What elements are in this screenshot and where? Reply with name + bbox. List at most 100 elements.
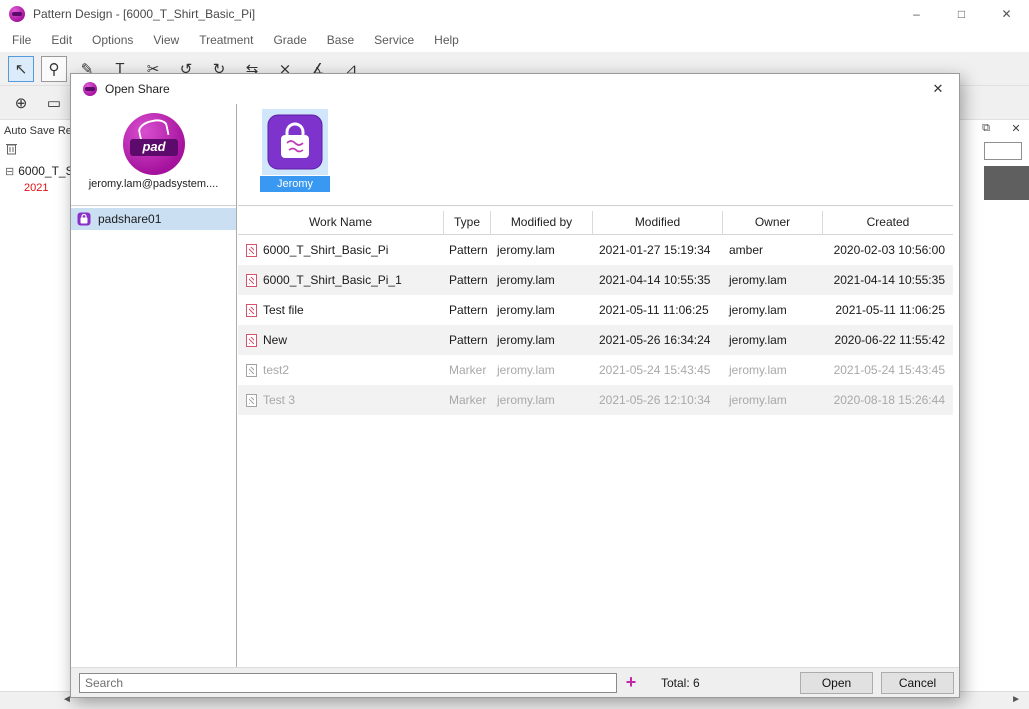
table-row[interactable]: NewPatternjeromy.lam2021-05-26 16:34:24j…: [238, 325, 953, 355]
menu-grade[interactable]: Grade: [263, 28, 316, 52]
work-name-text: Test 3: [263, 385, 295, 415]
tree-collapse-icon[interactable]: ⊟: [5, 166, 14, 178]
marker-file-icon: [246, 394, 257, 407]
menu-view[interactable]: View: [143, 28, 189, 52]
work-name-text: New: [263, 325, 287, 355]
pattern-file-icon: [246, 274, 257, 287]
open-share-dialog: Open Share ✕ pad jeromy.lam@padsystem...…: [70, 73, 960, 698]
window-controls: – □ ✕: [894, 0, 1029, 28]
cell-modified-by: jeromy.lam: [491, 355, 593, 385]
cell-modified: 2021-05-24 15:43:45: [593, 355, 723, 385]
minimize-icon[interactable]: –: [894, 0, 939, 28]
mdi-close-icon[interactable]: ✕: [1009, 122, 1023, 135]
table-row[interactable]: 6000_T_Shirt_Basic_PiPatternjeromy.lam20…: [238, 235, 953, 265]
dialog-titlebar[interactable]: Open Share ✕: [71, 74, 959, 104]
cell-modified: 2021-04-14 10:55:35: [593, 265, 723, 295]
share-user-label: Jeromy: [260, 176, 330, 192]
cancel-button[interactable]: Cancel: [881, 672, 954, 694]
trash-icon[interactable]: [6, 142, 17, 160]
menu-help[interactable]: Help: [424, 28, 469, 52]
cell-modified-by: jeromy.lam: [491, 235, 593, 265]
cell-modified: 2021-05-11 11:06:25: [593, 295, 723, 325]
share-folder-icon: [77, 212, 91, 226]
circle-tool-icon[interactable]: ⊕: [8, 90, 34, 116]
table-row[interactable]: Test filePatternjeromy.lam2021-05-11 11:…: [238, 295, 953, 325]
cell-name: Test 3: [238, 385, 444, 415]
cell-name: Test file: [238, 295, 444, 325]
menu-base[interactable]: Base: [317, 28, 364, 52]
cell-created: 2020-08-18 15:26:44: [823, 385, 953, 415]
dialog-title: Open Share: [105, 82, 170, 96]
cell-modified-by: jeromy.lam: [491, 385, 593, 415]
menu-edit[interactable]: Edit: [41, 28, 82, 52]
cell-owner: jeromy.lam: [723, 265, 823, 295]
cell-modified-by: jeromy.lam: [491, 325, 593, 355]
cell-modified-by: jeromy.lam: [491, 265, 593, 295]
dialog-footer: + Total: 6 Open Cancel: [71, 667, 959, 697]
window-title: Pattern Design - [6000_T_Shirt_Basic_Pi]: [33, 7, 255, 21]
dialog-close-icon[interactable]: ✕: [917, 74, 959, 104]
account-email: jeromy.lam@padsystem....: [71, 178, 236, 190]
menu-options[interactable]: Options: [82, 28, 143, 52]
menu-service[interactable]: Service: [364, 28, 424, 52]
cell-modified: 2021-05-26 16:34:24: [593, 325, 723, 355]
screen: Pattern Design - [6000_T_Shirt_Basic_Pi]…: [0, 0, 1029, 709]
window-titlebar: Pattern Design - [6000_T_Shirt_Basic_Pi]…: [0, 0, 1029, 28]
account-block: pad jeromy.lam@padsystem....: [71, 104, 236, 206]
share-user-jeromy[interactable]: Jeromy: [260, 109, 330, 192]
document-side-panel: Auto Save Re ⊟ 6000_T_S 2021: [0, 120, 70, 691]
zoom-tool-icon[interactable]: ⚲: [41, 56, 67, 82]
work-name-text: test2: [263, 355, 289, 385]
cell-owner: jeromy.lam: [723, 385, 823, 415]
folder-label: padshare01: [98, 212, 161, 226]
mdi-restore-icon[interactable]: ⧉: [979, 122, 993, 135]
column-header-modified-by[interactable]: Modified by: [491, 211, 593, 234]
total-count: Total: 6: [661, 676, 700, 690]
app-logo-icon: [9, 6, 25, 22]
column-header-created[interactable]: Created: [823, 211, 953, 234]
table-row[interactable]: 6000_T_Shirt_Basic_Pi_1Patternjeromy.lam…: [238, 265, 953, 295]
add-icon[interactable]: +: [622, 671, 640, 693]
dialog-logo-icon: [83, 82, 97, 96]
cell-type: Marker: [444, 385, 491, 415]
folder-item-padshare01[interactable]: padshare01: [71, 208, 236, 230]
pattern-file-icon: [246, 334, 257, 347]
table-row[interactable]: test2Markerjeromy.lam2021-05-24 15:43:45…: [238, 355, 953, 385]
tree-root-label: 6000_T_S: [18, 164, 73, 178]
cell-created: 2021-05-11 11:06:25: [823, 295, 953, 325]
work-name-text: Test file: [263, 295, 304, 325]
pad-system-logo: pad: [123, 113, 185, 175]
scroll-right-icon[interactable]: ►: [1011, 694, 1021, 705]
menu-treatment[interactable]: Treatment: [189, 28, 263, 52]
select-tool-icon[interactable]: ↖: [8, 56, 34, 82]
folder-list: padshare01: [71, 206, 236, 667]
cell-created: 2021-04-14 10:55:35: [823, 265, 953, 295]
cell-type: Pattern: [444, 295, 491, 325]
column-header-type[interactable]: Type: [444, 211, 491, 234]
cell-name: test2: [238, 355, 444, 385]
menu-file[interactable]: File: [2, 28, 41, 52]
cell-name: 6000_T_Shirt_Basic_Pi: [238, 235, 444, 265]
cell-created: 2021-05-24 15:43:45: [823, 355, 953, 385]
table-header: Work NameTypeModified byModifiedOwnerCre…: [238, 211, 953, 235]
circle-tool-glyph: ⊕: [15, 94, 28, 112]
tree-item-year[interactable]: 2021: [24, 182, 48, 194]
open-button[interactable]: Open: [800, 672, 873, 694]
rectangle-tool-icon[interactable]: ▭: [41, 90, 67, 116]
column-header-owner[interactable]: Owner: [723, 211, 823, 234]
search-input[interactable]: [79, 673, 617, 693]
tree-item-root[interactable]: ⊟ 6000_T_S: [5, 164, 74, 178]
pattern-file-icon: [246, 244, 257, 257]
auto-save-label: Auto Save Re: [4, 125, 70, 137]
side-input-box[interactable]: [984, 142, 1022, 160]
share-bag-icon: [267, 114, 323, 170]
share-user-selection: [262, 109, 328, 175]
cell-modified: 2021-05-26 12:10:34: [593, 385, 723, 415]
table-row[interactable]: Test 3Markerjeromy.lam2021-05-26 12:10:3…: [238, 385, 953, 415]
rectangle-tool-glyph: ▭: [47, 94, 61, 112]
table-body: 6000_T_Shirt_Basic_PiPatternjeromy.lam20…: [238, 235, 953, 667]
column-header-work-name[interactable]: Work Name: [238, 211, 444, 234]
column-header-modified[interactable]: Modified: [593, 211, 723, 234]
maximize-icon[interactable]: □: [939, 0, 984, 28]
close-icon[interactable]: ✕: [984, 0, 1029, 28]
